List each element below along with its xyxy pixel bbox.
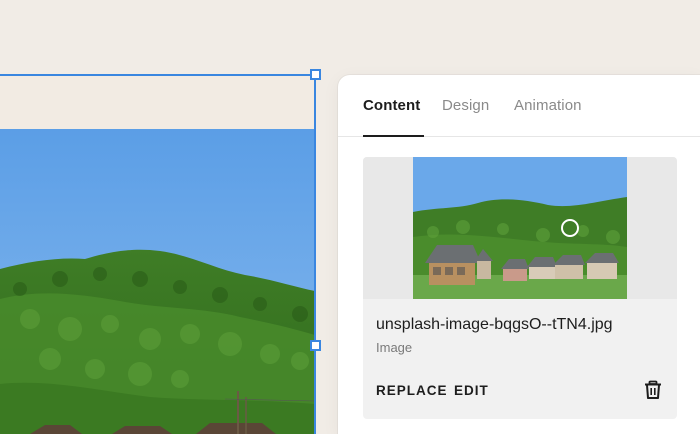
selection-border-right [314, 74, 316, 434]
panel-tabs: Content Design Animation [338, 75, 700, 137]
landscape-photo [0, 129, 315, 434]
replace-button[interactable]: REPLACE [376, 383, 448, 398]
tab-animation[interactable]: Animation [514, 97, 582, 114]
resize-handle-middle-right[interactable] [310, 340, 321, 351]
image-block[interactable] [0, 129, 315, 434]
image-card: unsplash-image-bqgsO--tTN4.jpg Image REP… [363, 157, 677, 419]
image-type-label: Image [376, 340, 413, 355]
selection-border-top [0, 74, 315, 76]
image-settings-panel: Content Design Animation unsplash-image-… [338, 75, 700, 434]
active-tab-indicator [363, 135, 424, 137]
resize-handle-top-right[interactable] [310, 69, 321, 80]
image-thumbnail[interactable] [413, 157, 627, 299]
tab-content[interactable]: Content [363, 97, 420, 114]
edit-button[interactable]: EDIT [454, 383, 489, 398]
editor-canvas: Content Design Animation unsplash-image-… [0, 0, 700, 434]
thumbnail-area [363, 157, 677, 299]
trash-icon[interactable] [642, 379, 664, 401]
thumbnail-photo [413, 157, 627, 299]
tab-design[interactable]: Design [442, 97, 489, 114]
focal-point-handle[interactable] [561, 219, 579, 237]
image-filename: unsplash-image-bqgsO--tTN4.jpg [376, 316, 613, 333]
